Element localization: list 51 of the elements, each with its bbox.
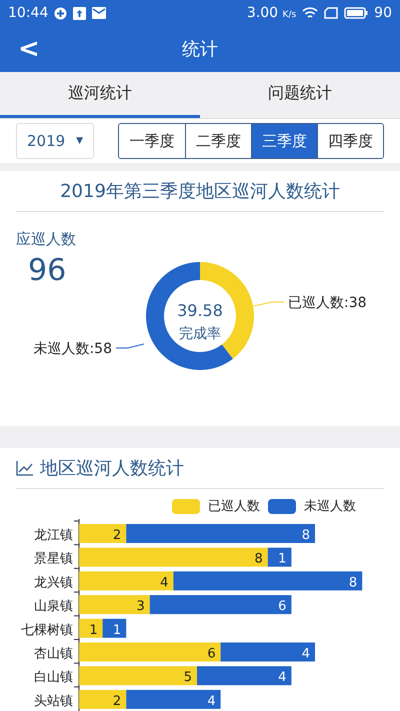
battery-level: 90: [374, 5, 392, 21]
category-label: 山泉镇: [34, 599, 73, 614]
leader-line: [254, 302, 284, 306]
category-label: 头站镇: [34, 694, 73, 709]
bar-value: 4: [302, 646, 310, 662]
bar-value: 5: [184, 670, 192, 686]
rate-value: 39.58: [177, 301, 223, 320]
bar-value: 6: [278, 599, 286, 614]
mail-icon: [92, 7, 106, 19]
bar-value: 2: [112, 694, 122, 709]
year-select[interactable]: 2019 ▼: [16, 123, 94, 159]
bar-value: 8: [254, 552, 263, 567]
bar-value: 8: [302, 528, 310, 543]
bar-value: 1: [112, 622, 122, 638]
slice-label: 已巡人数:38: [288, 295, 367, 311]
card-title: 地区巡河人数统计: [40, 457, 184, 480]
category-label: 龙兴镇: [34, 575, 73, 590]
category-label: 白山镇: [34, 670, 73, 686]
category-label: 杏山镇: [34, 646, 73, 662]
battery-icon: [344, 7, 368, 19]
card-title: 2019年第三季度地区巡河人数统计: [60, 180, 340, 203]
slice-label: 未巡人数:58: [33, 341, 112, 357]
bar-value: 6: [207, 646, 216, 662]
sim-icon: [324, 7, 338, 19]
category-label: 景星镇: [34, 552, 73, 567]
total-label: 应巡人数: [16, 230, 76, 249]
legend-label: 未巡人数: [304, 498, 356, 515]
back-button[interactable]: <: [12, 34, 46, 64]
bar-value: 4: [278, 670, 286, 686]
quarter-tab[interactable]: 三季度: [251, 124, 317, 158]
quarter-tab[interactable]: 四季度: [317, 124, 383, 158]
bar-value: 1: [278, 552, 286, 567]
total-value: 96: [28, 253, 66, 288]
bar-value: 2: [112, 528, 122, 543]
category-label: 龙江镇: [34, 528, 73, 543]
bar-value: 3: [136, 599, 145, 614]
bar-value: 1: [89, 622, 98, 638]
clock: 10:44: [8, 5, 48, 21]
page-title: 统计: [182, 38, 218, 61]
upload-icon: [73, 6, 86, 20]
bar-value: 4: [207, 694, 216, 709]
bar-value: 4: [160, 575, 168, 590]
leader-line: [116, 344, 144, 348]
bar-value: 8: [348, 575, 358, 590]
wifi-icon: [302, 6, 318, 20]
category-label: 七棵树镇: [21, 622, 73, 638]
network-speed: 3.00 K/s: [246, 5, 296, 21]
legend-label: 已巡人数: [208, 498, 260, 515]
tab[interactable]: 问题统计: [200, 72, 400, 118]
rate-label: 完成率: [179, 326, 221, 342]
line-chart-icon: [16, 460, 34, 476]
